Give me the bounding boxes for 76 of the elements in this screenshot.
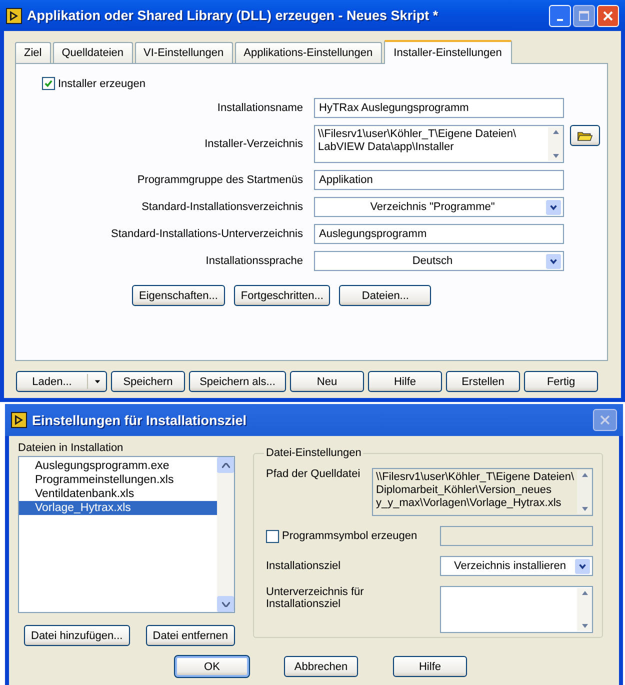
scroll-down-icon[interactable] bbox=[582, 507, 588, 511]
input-field[interactable] bbox=[440, 526, 593, 546]
minimize-button[interactable] bbox=[549, 4, 571, 26]
group-title: Datei-Einstellungen bbox=[264, 447, 364, 459]
path-field[interactable]: \\Filesrv1\user\Köhler_T\Eigene Dateien\ Diplomarbeit_Köhler\Version_neues y_y_max\Vorlagen\Vorlage_Hytrax.xls bbox=[372, 468, 593, 516]
field-label: Installer-Verzeichnis bbox=[204, 138, 303, 150]
file-list-item[interactable]: Vorlage_Hytrax.xls bbox=[19, 501, 217, 515]
scroll-down-icon[interactable] bbox=[582, 624, 588, 628]
dropdown[interactable]: Verzeichnis "Programme" bbox=[314, 197, 564, 217]
footer-button[interactable]: Fertig bbox=[524, 371, 598, 392]
field-label: Installationssprache bbox=[204, 255, 303, 267]
close-icon bbox=[600, 415, 610, 425]
dropdown[interactable]: Verzeichnis installieren bbox=[440, 556, 593, 576]
maximize-icon bbox=[579, 10, 589, 20]
minimize-icon bbox=[557, 18, 563, 20]
text-area[interactable] bbox=[440, 586, 593, 633]
window-title: Applikation oder Shared Library (DLL) erzeugen - Neues Skript * bbox=[27, 8, 440, 23]
panel-button[interactable]: Fortgeschritten... bbox=[234, 285, 330, 306]
field-label: Installationsziel bbox=[266, 560, 341, 572]
input-field[interactable]: HyTRax Auslegungsprogramm bbox=[314, 98, 564, 118]
scrollbar[interactable] bbox=[577, 470, 592, 514]
field-label: Unterverzeichnis für Installationsziel bbox=[266, 586, 365, 610]
checkbox-label: Programmsymbol erzeugen bbox=[282, 530, 418, 542]
checkbox-label: Installer erzeugen bbox=[58, 78, 146, 90]
dropdown[interactable]: Deutsch bbox=[314, 251, 564, 271]
dialog-button[interactable]: Hilfe bbox=[393, 656, 467, 677]
panel-button[interactable]: Eigenschaften... bbox=[132, 285, 225, 306]
browse-button[interactable] bbox=[570, 125, 600, 146]
tab[interactable]: Ziel bbox=[15, 42, 51, 63]
scrollbar[interactable] bbox=[548, 127, 563, 161]
dialog-button[interactable]: OK bbox=[175, 656, 249, 677]
tab[interactable]: Applikations-Einstellungen bbox=[234, 42, 382, 63]
folder-icon bbox=[577, 130, 593, 142]
dialog-button[interactable]: Abbrechen bbox=[284, 656, 358, 677]
scroll-up-icon[interactable] bbox=[582, 473, 588, 477]
field-label: Standard-Installationsverzeichnis bbox=[140, 201, 303, 213]
file-button[interactable]: Datei entfernen bbox=[146, 625, 235, 646]
tab[interactable]: VI-Einstellungen bbox=[134, 42, 233, 63]
list-label: Dateien in Installation bbox=[18, 442, 124, 454]
tab[interactable]: Quelldateien bbox=[52, 42, 133, 63]
field-label: Standard-Installations-Unterverzeichnis bbox=[110, 228, 303, 240]
footer-button[interactable]: Speichern als... bbox=[189, 371, 286, 392]
caret-icon bbox=[94, 378, 100, 385]
scroll-up-icon[interactable] bbox=[222, 462, 230, 468]
file-button[interactable]: Datei hinzufügen... bbox=[24, 625, 130, 646]
scroll-down-icon[interactable] bbox=[552, 154, 558, 158]
close-icon bbox=[603, 10, 613, 20]
app-icon bbox=[6, 8, 22, 24]
input-field[interactable]: Applikation bbox=[314, 170, 564, 190]
scroll-up-icon[interactable] bbox=[552, 130, 558, 134]
file-list[interactable]: Auslegungsprogramm.exe Programmeinstellungen.xls Ventildatenbank.xls Vorlage_Hytrax.xls bbox=[18, 456, 235, 613]
path-field[interactable]: \\Filesrv1\user\Köhler_T\Eigene Dateien\ LabVIEW Data\app\Installer bbox=[314, 125, 564, 163]
scrollbar[interactable] bbox=[217, 457, 234, 612]
field-label: Pfad der Quelldatei bbox=[266, 468, 360, 480]
app-icon bbox=[11, 412, 27, 428]
scrollbar[interactable] bbox=[577, 588, 592, 631]
field-label: Installationsname bbox=[216, 102, 303, 114]
footer-button[interactable]: Speichern bbox=[111, 371, 185, 392]
tab[interactable]: Installer-Einstellungen bbox=[384, 40, 512, 64]
footer-button[interactable]: Erstellen bbox=[446, 371, 520, 392]
dialog-title: Einstellungen für Installationsziel bbox=[32, 412, 248, 428]
checkbox[interactable] bbox=[266, 530, 279, 542]
maximize-button[interactable] bbox=[573, 4, 595, 26]
checkmark-icon bbox=[44, 79, 53, 88]
footer-button[interactable]: Neu bbox=[290, 371, 364, 392]
scroll-up-icon[interactable] bbox=[582, 591, 588, 595]
field-label: Programmgruppe des Startmenüs bbox=[136, 174, 303, 186]
file-list-item[interactable]: Programmeinstellungen.xls bbox=[19, 473, 217, 487]
checkbox[interactable] bbox=[42, 77, 55, 90]
panel-button[interactable]: Dateien... bbox=[339, 285, 432, 306]
footer-button[interactable]: Hilfe bbox=[368, 371, 442, 392]
input-field[interactable]: Auslegungsprogramm bbox=[314, 224, 564, 244]
file-list-item[interactable]: Ventildatenbank.xls bbox=[19, 487, 217, 501]
file-list-item[interactable]: Auslegungsprogramm.exe bbox=[19, 459, 217, 473]
load-split-button[interactable]: Laden... bbox=[16, 371, 107, 392]
scroll-down-icon[interactable] bbox=[222, 602, 230, 606]
